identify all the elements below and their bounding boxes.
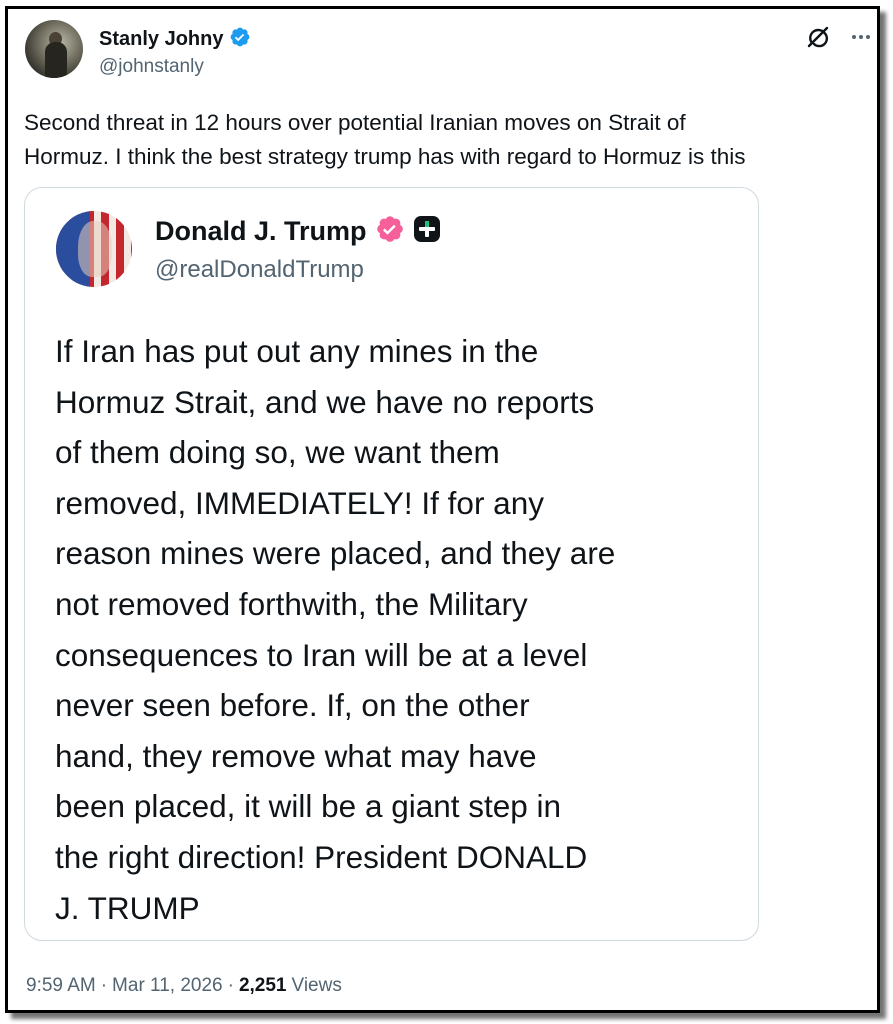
author-name-row: Stanly Johny [99,26,251,53]
quoted-post-card[interactable]: Donald J. Trump @realDonaldTrump If Iran… [24,187,759,941]
meta-separator: · [227,975,234,996]
more-icon[interactable] [851,34,871,40]
views-count: 2,251 [238,975,287,996]
quoted-handle[interactable]: @realDonaldTrump [155,256,364,284]
quoted-text: If Iran has put out any mines in the Hor… [55,333,616,926]
author-handle[interactable]: @johnstanly [99,56,204,78]
meta-separator: · [100,975,108,996]
views-label: Views [291,975,342,996]
verified-badge-icon [229,26,251,53]
post-date[interactable]: Mar 11, 2026 [112,975,223,997]
post-time[interactable]: 9:59 AM [26,975,96,997]
verified-badge-icon [375,214,405,249]
quoted-display-name[interactable]: Donald J. Trump [155,216,367,247]
author-display-name[interactable]: Stanly Johny [99,28,223,51]
grok-icon[interactable] [805,24,831,50]
tweet-text: Second threat in 12 hours over potential… [24,110,746,169]
tweet-meta: 9:59 AM · Mar 11, 2026 · 2,251 Views [26,975,342,997]
quoted-name-row: Donald J. Trump [155,214,441,249]
header-actions [805,24,871,50]
avatar-face-shape [78,221,112,277]
quoted-author-avatar[interactable] [56,211,132,287]
avatar-figure-shape [45,42,67,78]
author-avatar[interactable] [25,20,83,78]
affiliate-badge-icon [413,215,441,248]
